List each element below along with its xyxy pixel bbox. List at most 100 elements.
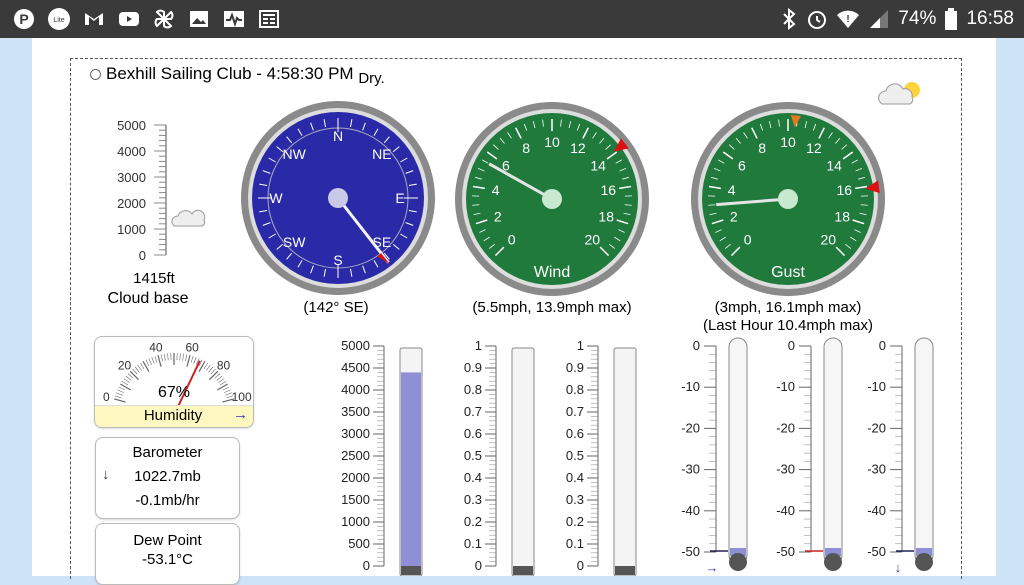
humidity-tick	[223, 387, 229, 390]
humidity-tick	[117, 390, 123, 393]
gust-tick-label: 0	[744, 231, 752, 247]
humidity-tick-label: 100	[232, 390, 252, 404]
bar-tick-label: 0.9	[464, 360, 482, 375]
humidity-band: Humidity →	[95, 405, 253, 428]
gust-tick-label: 8	[758, 140, 766, 156]
bar-tick-label: 5000	[341, 338, 370, 353]
bar-tick-label: 0.4	[566, 470, 584, 485]
thermo-tick-label: -30	[776, 462, 795, 477]
bar-tick-label: 0	[577, 558, 584, 573]
bar-tick-label: 2000	[341, 470, 370, 485]
thermo-tick-label: 0	[879, 338, 886, 353]
wind-tick-label: 4	[492, 182, 500, 198]
gust-tick-label: 2	[730, 209, 738, 225]
bar-tick-label: 0.6	[566, 426, 584, 441]
cloudbase-tick-label: 0	[139, 248, 146, 263]
condition-text: Dry.	[358, 70, 384, 87]
thermo-tick-label: -10	[867, 379, 886, 394]
bar-tick-label: 4500	[341, 360, 370, 375]
wind-tick-label: 20	[585, 231, 601, 247]
humidity-tick-label: 60	[185, 340, 199, 354]
thermo-tick-label: 0	[693, 338, 700, 353]
compass-point-label: S	[333, 252, 342, 268]
bar-tick-label: 0.8	[464, 382, 482, 397]
humidity-tick	[155, 356, 157, 363]
thermo-trend-icon: ↓	[895, 560, 902, 575]
bar-tick-label: 1	[577, 338, 584, 353]
cloudbase-scale: 500040003000200010000	[100, 115, 220, 265]
humidity-tick	[217, 384, 227, 390]
right-margin	[996, 38, 1024, 576]
humidity-widget: 020406080100 Humidity → 67%	[94, 336, 254, 428]
status-radio[interactable]	[90, 69, 101, 80]
thermo-bulb	[824, 553, 842, 571]
bar-tick-label: 0.7	[566, 404, 584, 419]
bar-tick-label: 0.3	[464, 492, 482, 507]
wind-tick-label: 10	[544, 134, 560, 150]
bar-tick-label: 0.6	[464, 426, 482, 441]
humidity-tick	[218, 379, 224, 383]
bar-tick-label: 1500	[341, 492, 370, 507]
bar-tube	[512, 348, 534, 576]
thermo-tick-label: -20	[681, 420, 700, 435]
page-title: Bexhill Sailing Club - 4:58:30 PM Dry.	[106, 64, 385, 84]
thermo-tick-label: -40	[776, 503, 795, 518]
gust-tick-label: 10	[780, 134, 796, 150]
bar-tick-label: 1000	[341, 514, 370, 529]
humidity-tick	[133, 369, 138, 374]
humidity-tick	[164, 354, 165, 361]
wind-tick-label: 2	[494, 209, 502, 225]
news-icon	[257, 7, 281, 31]
wind-tick-label: 0	[508, 231, 516, 247]
thermo-tube	[915, 338, 933, 564]
youtube-icon	[117, 7, 141, 31]
bar-tick-label: 3500	[341, 404, 370, 419]
humidity-tick	[185, 354, 186, 361]
humidity-tick	[187, 355, 190, 367]
bar-base	[615, 566, 635, 575]
bar-base	[513, 566, 533, 575]
bar-tick-label: 0.1	[464, 536, 482, 551]
bar-tick-label: 0.9	[566, 360, 584, 375]
wifi-icon: !	[836, 8, 860, 30]
humidity-tick	[204, 363, 208, 369]
humidity-tick	[124, 379, 130, 383]
wind-caption: (5.5mph, 13.9mph max)	[452, 299, 652, 316]
alarm-icon	[806, 8, 828, 30]
barometer-value: 1022.7mb	[96, 468, 239, 485]
bar-gauges: 5000450040003500300025002000150010005000…	[330, 338, 640, 576]
compass-gauge: NNEESESSWWNW	[238, 98, 438, 298]
bar-tick-label: 3000	[341, 426, 370, 441]
wind-tick-label: 18	[598, 209, 614, 225]
activity-icon	[222, 7, 246, 31]
gust-tick-label: 20	[821, 231, 837, 247]
humidity-tick	[114, 399, 126, 402]
humidity-tick	[152, 357, 155, 364]
wind-title: Wind	[534, 264, 570, 281]
humidity-tick	[183, 354, 184, 361]
thermo-tick-label: -20	[867, 420, 886, 435]
gust-tick-label: 14	[826, 157, 842, 173]
humidity-value: 67%	[145, 384, 203, 402]
dewpoint-value: -53.1°C	[96, 551, 239, 568]
humidity-trend-icon: →	[233, 406, 248, 423]
humidity-tick	[146, 360, 149, 366]
barometer-trend-icon: ↓	[102, 466, 110, 483]
humidity-tick	[149, 358, 152, 364]
thermo-tube	[824, 338, 842, 564]
gust-tick-label: 6	[738, 157, 746, 173]
clock-time: 16:58	[966, 8, 1014, 30]
humidity-tick	[209, 367, 213, 372]
wind-tick-label: 16	[601, 182, 617, 198]
android-status-bar: P Lite ! 74% 16:58	[0, 0, 1024, 38]
wind-hub	[542, 189, 562, 209]
cloudbase-tick-label: 1000	[117, 222, 146, 237]
humidity-tick	[158, 355, 161, 367]
battery-percent: 74%	[898, 8, 936, 30]
wind-tick-label: 12	[570, 140, 586, 156]
bar-tick-label: 0.4	[464, 470, 482, 485]
humidity-tick-label: 0	[103, 390, 110, 404]
thermo-trend-icon: →	[706, 560, 719, 575]
bar-tick-label: 0.7	[464, 404, 482, 419]
thermo-tick-label: -50	[681, 544, 700, 559]
